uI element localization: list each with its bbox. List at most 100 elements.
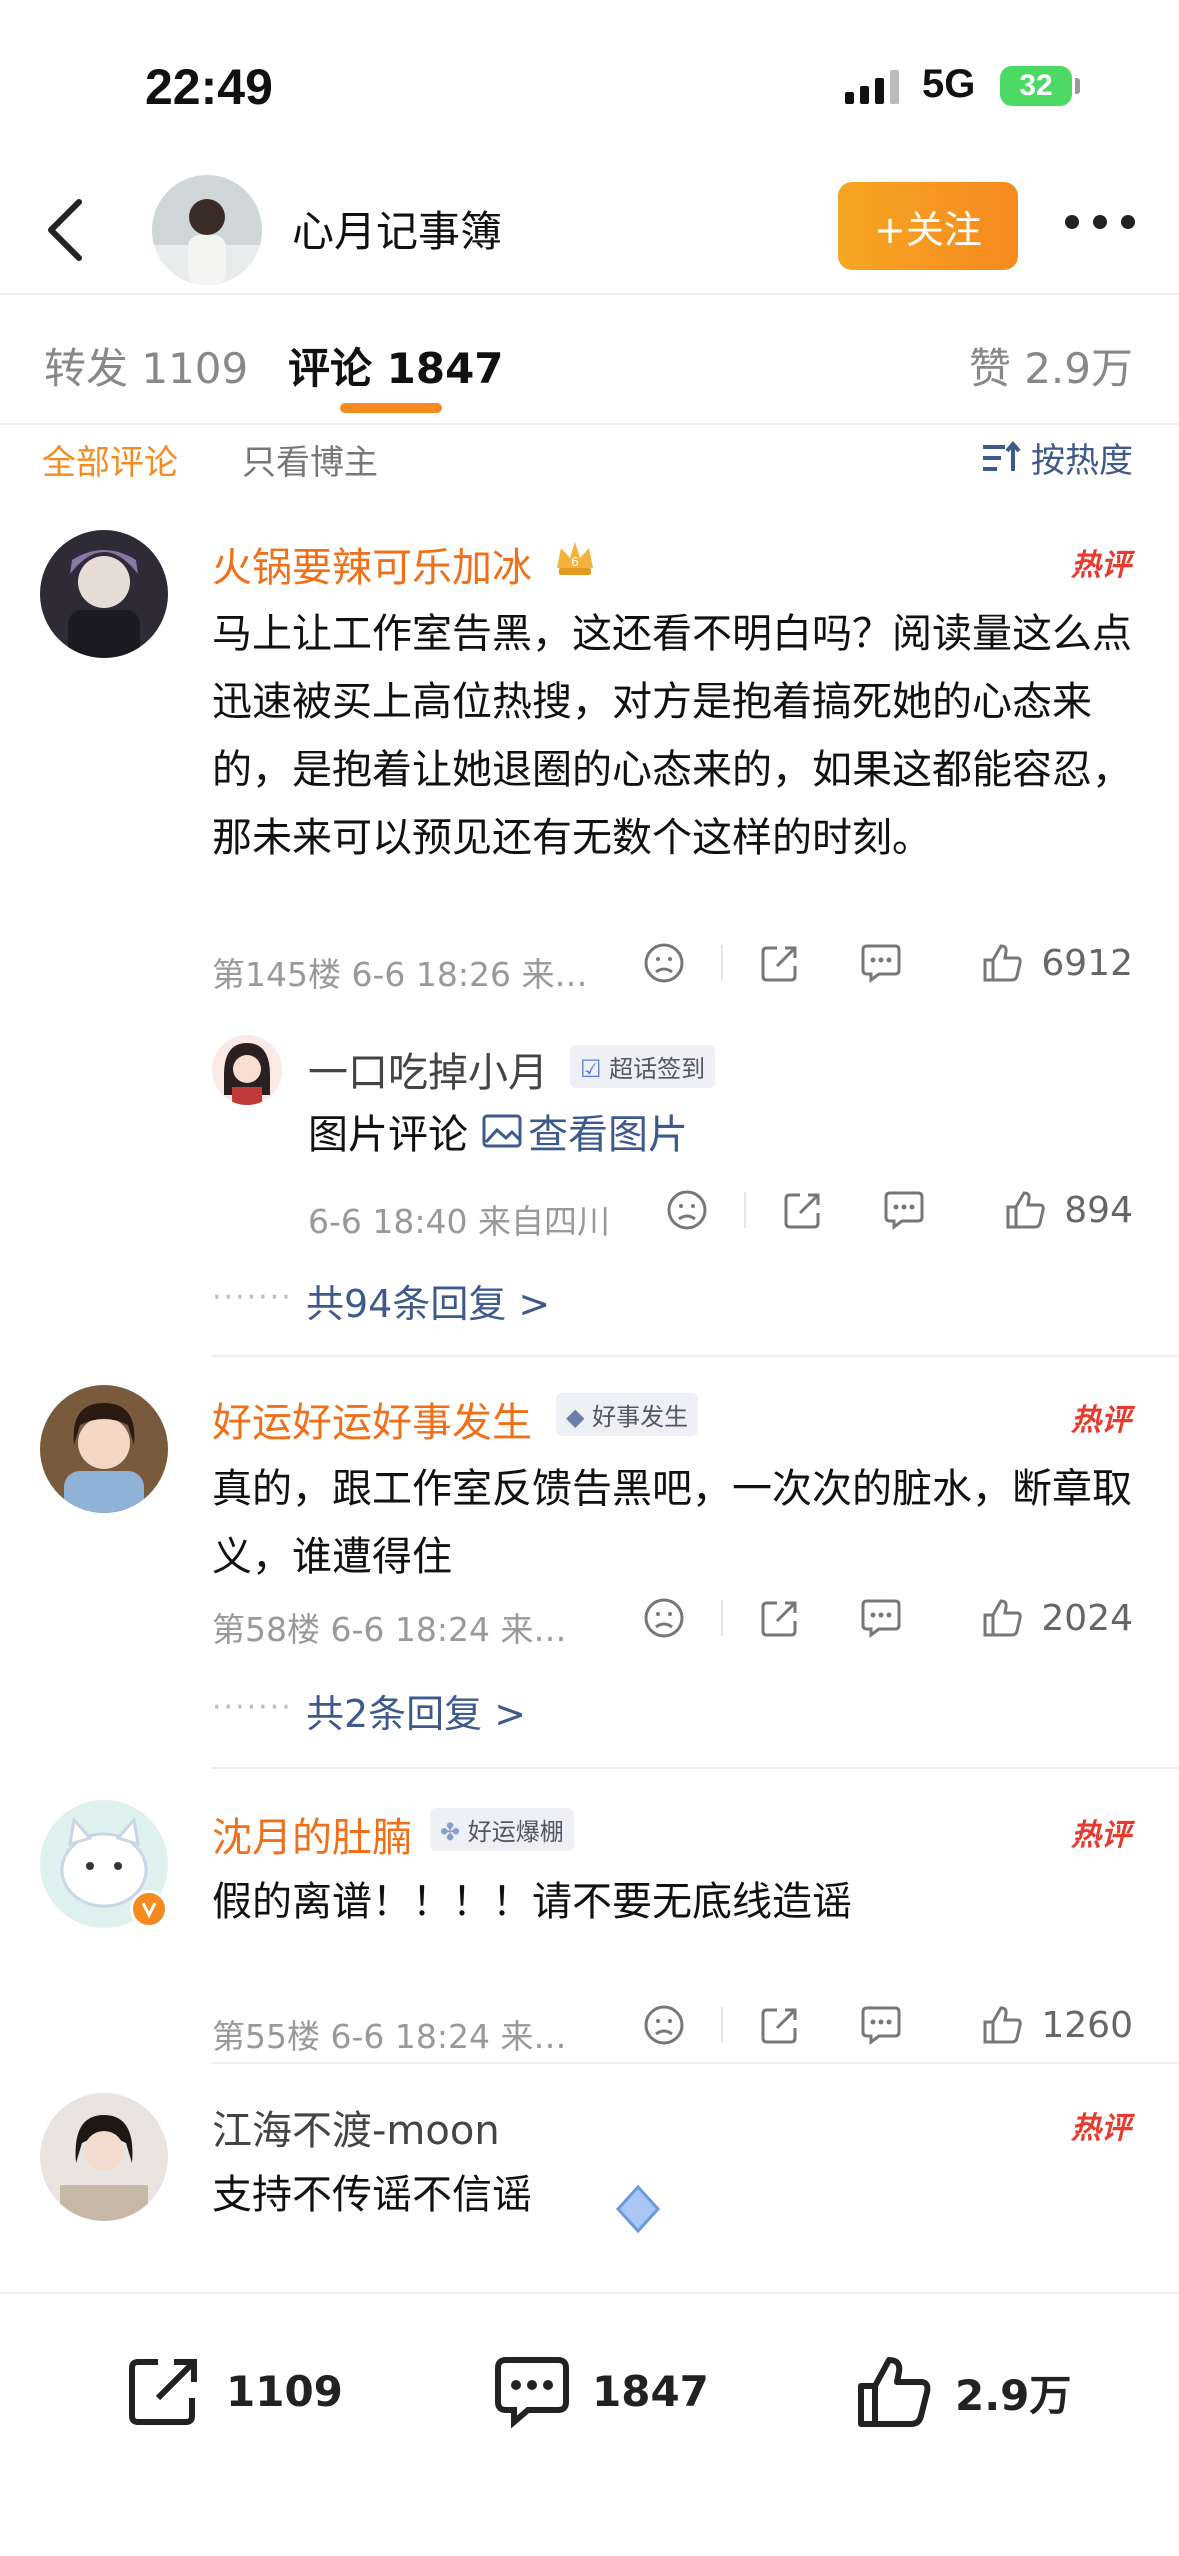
reply-text: 图片评论 查看图片: [308, 1102, 688, 1160]
thumbs-up-icon: [983, 2006, 1023, 2044]
share-icon[interactable]: [759, 1597, 801, 1639]
filter-all-comments[interactable]: 全部评论: [42, 435, 178, 484]
tab-likes[interactable]: 赞 2.9万: [969, 335, 1133, 396]
comment-meta: 第58楼 6-6 18:24 来…: [212, 1610, 567, 1649]
battery-icon: 32: [1000, 66, 1072, 106]
comment-divider: [212, 1767, 1179, 1769]
comment-meta: 第55楼 6-6 18:24 来…: [212, 2017, 567, 2056]
repost-count: 1109: [226, 2366, 343, 2416]
commenter-avatar[interactable]: [40, 1385, 168, 1513]
commenter-name[interactable]: 好运好运好事发生: [212, 1390, 532, 1448]
follow-button[interactable]: +关注: [838, 182, 1018, 270]
comment-text: 支持不传谣不信谣: [212, 2172, 532, 2218]
comment-text: 马上让工作室告黑，这还看不明白吗？阅读量这么点迅速被买上高位热搜，对方是抱着搞死…: [212, 611, 1132, 861]
battery-level: 32: [1019, 69, 1053, 102]
hot-comment-tag: 热评: [1071, 548, 1131, 583]
comment-filter: 全部评论 只看博主 按热度: [0, 425, 1179, 505]
commenter-name[interactable]: 沈月的肚腩: [212, 1805, 412, 1863]
thumbs-up-icon: [858, 2357, 931, 2427]
dislike-icon[interactable]: [643, 942, 685, 984]
hot-comment-tag: 热评: [1071, 2111, 1131, 2146]
reply-user-badge: ☑ 超话签到: [570, 1045, 716, 1088]
comment-button[interactable]: 1847: [492, 2354, 709, 2428]
commenter-avatar[interactable]: [40, 530, 168, 658]
repost-icon: [129, 2359, 197, 2425]
commenter-name[interactable]: 火锅要辣可乐加冰: [212, 535, 532, 593]
like-count: 1260: [1041, 2004, 1133, 2046]
thumbs-up-icon: [1006, 1191, 1045, 1229]
dislike-icon[interactable]: [666, 1189, 708, 1231]
comment-meta: 第145楼 6-6 18:26 来…: [212, 955, 588, 994]
hot-comment-tag: 热评: [1071, 1403, 1131, 1438]
clover-icon: ✤: [440, 1818, 468, 1846]
user-badge-label: 好事发生: [592, 1403, 689, 1431]
battery-tip: [1075, 78, 1080, 94]
like-post-button[interactable]: 2.9万: [855, 2354, 1071, 2430]
comment-icon: [495, 2357, 569, 2428]
like-button[interactable]: 6912: [981, 942, 1133, 984]
comment-text: 真的，跟工作室反馈告黑吧，一次次的脏水，断章取义，谁遭得住: [212, 1466, 1132, 1580]
comment-actions: 2024: [643, 1597, 1133, 1639]
reply-text-prefix: 图片评论: [308, 1112, 468, 1158]
share-icon[interactable]: [759, 942, 801, 984]
chevron-left-icon: [48, 199, 82, 261]
more-options-icon[interactable]: [1065, 215, 1135, 229]
image-icon: [482, 1114, 522, 1148]
reply-icon[interactable]: [882, 1189, 926, 1231]
tab-comments[interactable]: 评论 1847: [288, 335, 504, 396]
like-button[interactable]: 1260: [981, 2004, 1133, 2046]
commenter-avatar[interactable]: [40, 2093, 168, 2221]
user-badge-label: 好运爆棚: [467, 1818, 564, 1846]
user-level: 6: [571, 555, 579, 569]
sort-icon: [983, 440, 1021, 471]
top-nav: 心月记事簿 +关注: [0, 170, 1179, 295]
back-button[interactable]: [30, 195, 100, 265]
reply-icon[interactable]: [859, 1597, 903, 1639]
user-badge: ✤ 好运爆棚: [430, 1808, 574, 1851]
tab-repost[interactable]: 转发 1109: [44, 335, 248, 396]
user-badge: ◆ 好事发生: [556, 1393, 699, 1436]
repost-button[interactable]: 1109: [126, 2354, 343, 2428]
diamond-sticker-icon: [610, 2181, 666, 2237]
comment-divider: [212, 2062, 1179, 2064]
like-button[interactable]: 2024: [981, 1597, 1133, 1639]
replies-dots: ·······: [212, 1280, 293, 1315]
commenter-name[interactable]: 江海不渡-moon: [212, 2098, 500, 2156]
filter-host-only[interactable]: 只看博主: [242, 435, 378, 484]
share-icon[interactable]: [759, 2004, 801, 2046]
reply-badge-label: 超话签到: [609, 1055, 706, 1083]
comment-text: 假的离谱！！！！请不要无底线造谣: [212, 1879, 852, 1925]
crown-level-icon: 6: [553, 536, 597, 580]
fish-icon: ◆: [566, 1403, 593, 1431]
view-image-link[interactable]: 查看图片: [482, 1102, 688, 1160]
like-count: 6912: [1041, 942, 1133, 984]
reply-username[interactable]: 一口吃掉小月: [308, 1040, 548, 1098]
comment-count: 1847: [592, 2366, 709, 2416]
author-avatar[interactable]: [152, 175, 262, 285]
view-image-label: 查看图片: [528, 1112, 688, 1158]
reply-avatar[interactable]: [212, 1035, 282, 1105]
verified-icon: [130, 1890, 168, 1928]
hot-comment-tag: 热评: [1071, 1818, 1131, 1853]
like-button[interactable]: 894: [1004, 1189, 1133, 1231]
signal-icon: [845, 70, 899, 104]
active-tab-indicator: [340, 403, 442, 413]
dislike-icon[interactable]: [643, 2004, 685, 2046]
comment-actions: 6912: [643, 942, 1133, 984]
like-count: 894: [1064, 1189, 1133, 1231]
share-icon[interactable]: [782, 1189, 824, 1231]
comment-actions: 1260: [643, 2004, 1133, 2046]
supertopic-check-icon: ☑: [580, 1055, 610, 1083]
sort-button[interactable]: 按热度: [981, 433, 1133, 482]
thumbs-up-icon: [983, 1599, 1023, 1637]
network-type: 5G: [922, 62, 976, 106]
replies-dots: ·······: [212, 1690, 293, 1725]
view-replies-link[interactable]: 共2条回复 >: [306, 1683, 526, 1738]
reply-icon[interactable]: [859, 942, 903, 984]
sort-label: 按热度: [1031, 441, 1133, 481]
reply-icon[interactable]: [859, 2004, 903, 2046]
author-name[interactable]: 心月记事簿: [292, 198, 502, 259]
dislike-icon[interactable]: [643, 1597, 685, 1639]
view-replies-link[interactable]: 共94条回复 >: [306, 1273, 550, 1328]
status-time: 22:49: [145, 59, 273, 115]
